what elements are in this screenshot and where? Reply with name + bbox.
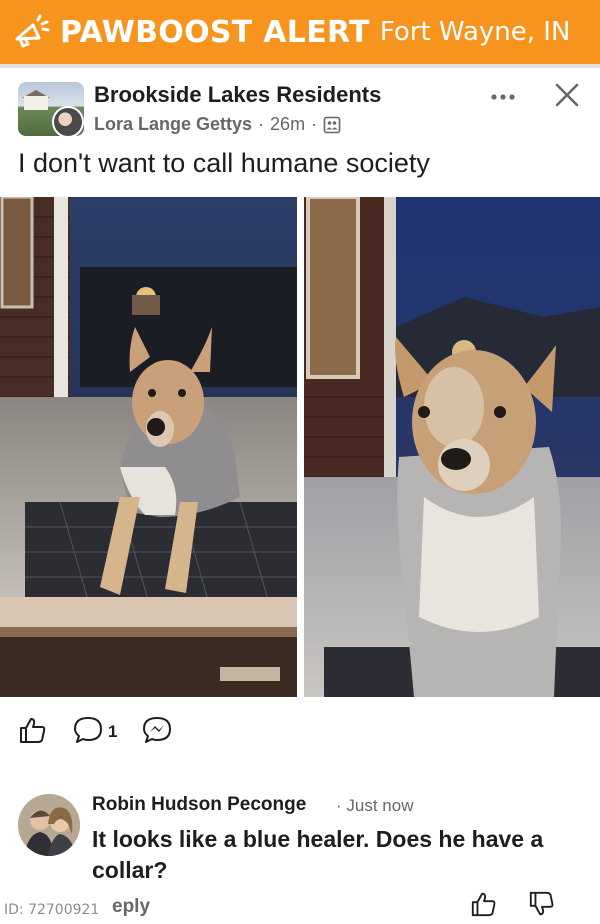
thumbs-down-icon[interactable] bbox=[528, 890, 558, 920]
share-button[interactable] bbox=[141, 714, 173, 751]
comment-text: It looks like a blue healer. Does he hav… bbox=[92, 826, 544, 883]
post-time[interactable]: 26m bbox=[270, 114, 305, 135]
group-avatar[interactable] bbox=[18, 82, 84, 136]
comment-actions: ID: 72700921 eply bbox=[0, 890, 600, 924]
author-avatar[interactable] bbox=[52, 106, 84, 136]
more-options-button[interactable] bbox=[488, 84, 518, 110]
thumbs-up-icon[interactable] bbox=[470, 890, 500, 920]
post-action-bar: 1 bbox=[18, 714, 197, 750]
group-audience-icon bbox=[323, 116, 341, 134]
comment-time: · Just now bbox=[336, 796, 414, 815]
avatar-house bbox=[24, 96, 48, 110]
pawboost-header: PAWBOOST ALERT Fort Wayne, IN bbox=[0, 0, 600, 64]
like-button[interactable] bbox=[18, 715, 48, 750]
header-divider bbox=[0, 64, 600, 68]
listing-id: ID: 72700921 bbox=[4, 902, 100, 918]
post-photo-2[interactable] bbox=[304, 197, 600, 697]
author-name-link[interactable]: Lora Lange Gettys bbox=[94, 114, 252, 135]
comment-count: 1 bbox=[108, 722, 118, 741]
commenter-avatar[interactable] bbox=[18, 794, 80, 856]
post-photo-1[interactable] bbox=[0, 197, 297, 697]
comment-icon bbox=[72, 714, 104, 751]
meta-separator: · bbox=[258, 114, 265, 134]
meta-separator: · bbox=[311, 114, 318, 134]
close-post-button[interactable] bbox=[552, 82, 582, 112]
commenter-name-link[interactable]: Robin Hudson Peconge bbox=[92, 794, 306, 816]
megaphone-icon bbox=[8, 9, 54, 55]
group-name-link[interactable]: Brookside Lakes Residents bbox=[94, 82, 381, 108]
comment-time-text: Just now bbox=[346, 796, 414, 815]
post-text: I don't want to call humane society bbox=[18, 148, 430, 178]
messenger-icon bbox=[141, 714, 173, 751]
thumbs-up-icon bbox=[18, 715, 48, 750]
more-horizontal-icon bbox=[490, 88, 516, 106]
alert-brand-title: PAWBOOST ALERT bbox=[60, 14, 370, 50]
post-meta: Lora Lange Gettys · 26m · bbox=[94, 114, 341, 135]
post-header: Brookside Lakes Residents Lora Lange Get… bbox=[18, 80, 588, 140]
comment-button[interactable]: 1 bbox=[72, 714, 117, 751]
alert-location: Fort Wayne, IN bbox=[379, 17, 571, 47]
reply-button[interactable]: eply bbox=[112, 896, 150, 918]
close-icon bbox=[554, 82, 580, 113]
